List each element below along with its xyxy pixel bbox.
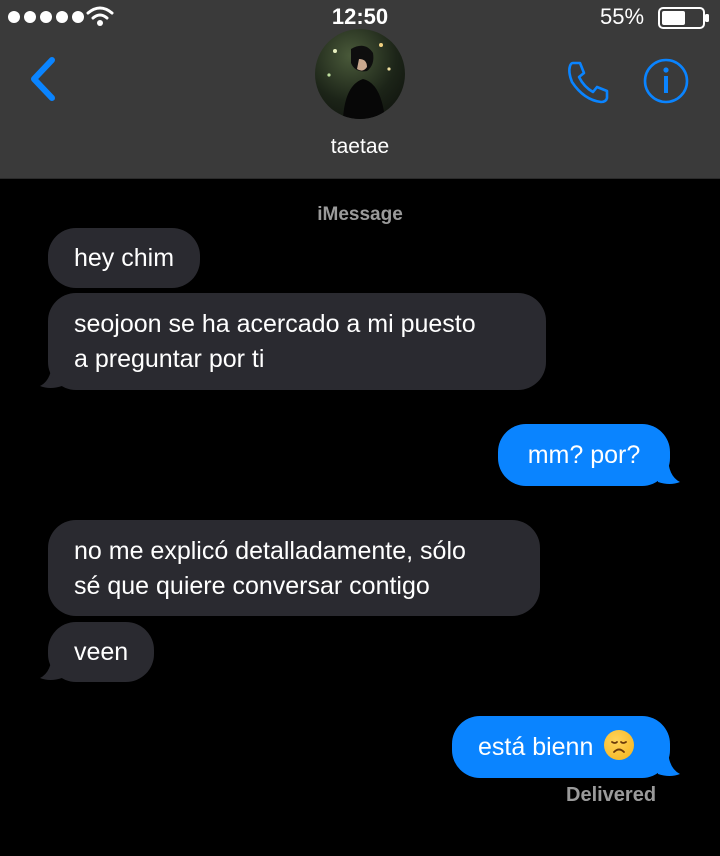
incoming-message-bubble[interactable]: no me explicó detalladamente, sólo sé qu…: [48, 520, 540, 616]
message-text: veen: [74, 638, 129, 666]
phone-icon[interactable]: [564, 58, 612, 106]
battery-icon: [658, 7, 709, 29]
delivery-status: Delivered: [566, 784, 657, 806]
info-icon[interactable]: [642, 57, 690, 105]
service-label: iMessage: [317, 204, 403, 225]
avatar-photo: [327, 43, 391, 119]
incoming-message-bubble[interactable]: hey chim: [48, 228, 201, 288]
back-chevron-icon[interactable]: [26, 54, 60, 104]
incoming-message-bubble[interactable]: seojoon se ha acercado a mi puesto a pre…: [48, 293, 546, 390]
disappointed-face-icon: [604, 730, 635, 760]
contact-name[interactable]: taetae: [0, 135, 720, 159]
message-text-line: no me explicó detalladamente, sólo: [74, 537, 466, 565]
outgoing-message-bubble[interactable]: mm? por?: [498, 424, 670, 486]
battery-percentage: 55%: [600, 4, 645, 29]
message-text: mm? por?: [527, 441, 641, 469]
message-text-line: sé que quiere conversar contigo: [74, 572, 430, 600]
incoming-message-bubble[interactable]: veen: [48, 622, 155, 682]
message-text-line: seojoon se ha acercado a mi puesto: [74, 310, 476, 338]
contact-avatar[interactable]: [315, 29, 405, 119]
message-text: hey chim: [74, 244, 175, 272]
outgoing-message-bubble[interactable]: está bienn: [452, 716, 670, 778]
conversation-header: 12:50 55% taetae: [0, 0, 720, 179]
message-text-line: a preguntar por ti: [74, 345, 265, 373]
message-text: está bienn: [478, 733, 594, 761]
